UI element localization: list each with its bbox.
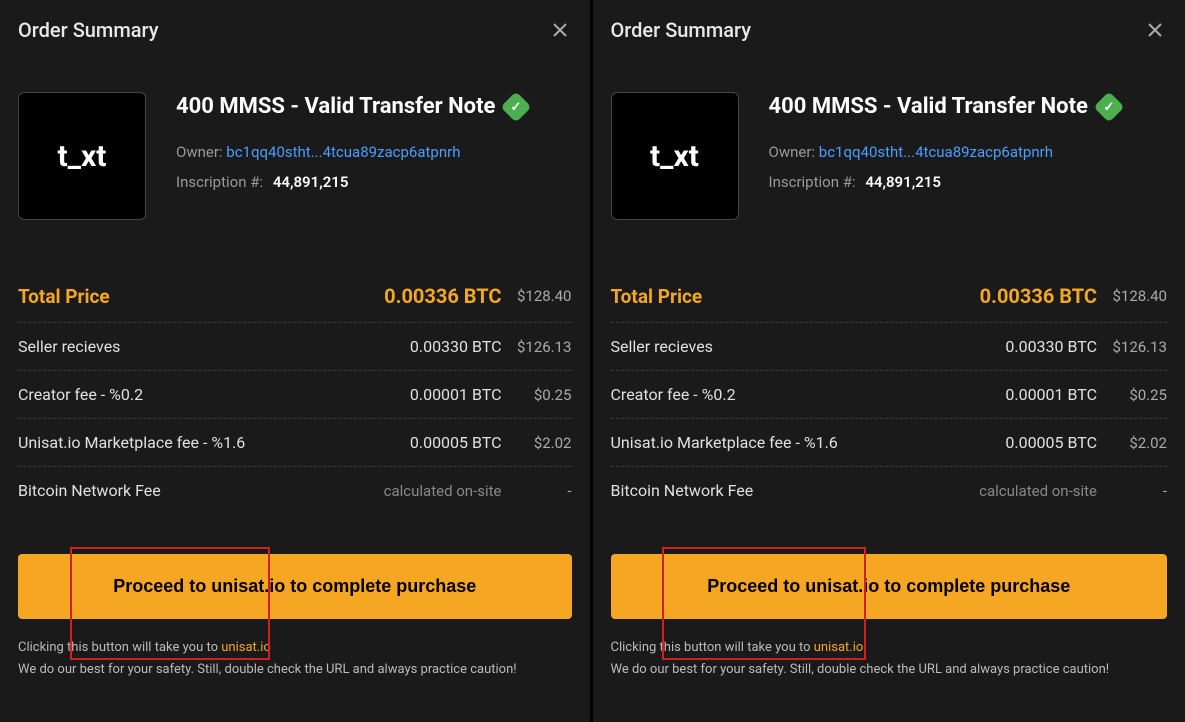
creator-fee-row: Creator fee - %0.2 0.00001 BTC $0.25 (611, 371, 1168, 419)
panel-header: Order Summary (611, 18, 1168, 42)
inscription-row: Inscription #: 44,891,215 (176, 173, 572, 191)
footer-line1-prefix: Clicking this button will take you to (611, 640, 814, 655)
marketplace-fee-label: Unisat.io Marketplace fee - %1.6 (611, 433, 978, 452)
creator-fee-label: Creator fee - %0.2 (611, 385, 978, 404)
close-button[interactable] (1143, 18, 1167, 42)
item-title-row: 400 MMSS - Valid Transfer Note (176, 94, 572, 119)
item-section: t_xt 400 MMSS - Valid Transfer Note Owne… (18, 92, 572, 220)
order-summary-panel: Order Summary t_xt 400 MMSS - Valid Tran… (0, 0, 593, 722)
marketplace-fee-label: Unisat.io Marketplace fee - %1.6 (18, 433, 382, 452)
close-button[interactable] (548, 18, 572, 42)
creator-fee-btc: 0.00001 BTC (977, 385, 1097, 404)
network-fee-row: Bitcoin Network Fee calculated on-site - (18, 467, 572, 514)
creator-fee-row: Creator fee - %0.2 0.00001 BTC $0.25 (18, 371, 572, 419)
network-fee-btc: calculated on-site (977, 482, 1097, 500)
price-breakdown: Total Price 0.00336 BTC $128.40 Seller r… (611, 270, 1168, 514)
seller-receives-row: Seller recieves 0.00330 BTC $126.13 (18, 323, 572, 371)
owner-address-link[interactable]: bc1qq40stht...4tcua89zacp6atpnrh (819, 143, 1053, 161)
price-breakdown: Total Price 0.00336 BTC $128.40 Seller r… (18, 270, 572, 514)
total-price-label: Total Price (611, 285, 978, 308)
marketplace-fee-row: Unisat.io Marketplace fee - %1.6 0.00005… (18, 419, 572, 467)
network-fee-label: Bitcoin Network Fee (611, 481, 978, 500)
footer-disclaimer: Clicking this button will take you to un… (611, 637, 1168, 681)
seller-receives-label: Seller recieves (18, 337, 382, 356)
owner-label: Owner: (176, 143, 223, 161)
panel-title: Order Summary (18, 18, 159, 42)
proceed-button[interactable]: Proceed to unisat.io to complete purchas… (611, 554, 1168, 619)
network-fee-label: Bitcoin Network Fee (18, 481, 382, 500)
item-details: 400 MMSS - Valid Transfer Note Owner: bc… (769, 92, 1168, 220)
item-details: 400 MMSS - Valid Transfer Note Owner: bc… (176, 92, 572, 220)
order-summary-panel: Order Summary t_xt 400 MMSS - Valid Tran… (593, 0, 1185, 722)
footer-disclaimer: Clicking this button will take you to un… (18, 637, 572, 681)
owner-row: Owner: bc1qq40stht...4tcua89zacp6atpnrh (769, 143, 1168, 161)
marketplace-fee-btc: 0.00005 BTC (977, 433, 1097, 452)
total-price-usd: $128.40 (502, 287, 572, 305)
footer-unisat-link[interactable]: unisat.io (814, 640, 864, 655)
inscription-number: 44,891,215 (865, 173, 941, 191)
verified-icon (1093, 91, 1124, 122)
panel-header: Order Summary (18, 18, 572, 42)
footer-unisat-link[interactable]: unisat.io (221, 640, 271, 655)
total-price-btc: 0.00336 BTC (977, 284, 1097, 308)
item-thumbnail: t_xt (611, 92, 739, 220)
close-icon (552, 22, 568, 38)
owner-address-link[interactable]: bc1qq40stht...4tcua89zacp6atpnrh (226, 143, 460, 161)
seller-receives-usd: $126.13 (1097, 338, 1167, 356)
total-price-usd: $128.40 (1097, 287, 1167, 305)
network-fee-btc: calculated on-site (382, 482, 502, 500)
seller-receives-row: Seller recieves 0.00330 BTC $126.13 (611, 323, 1168, 371)
owner-label: Owner: (769, 143, 816, 161)
creator-fee-usd: $0.25 (1097, 386, 1167, 404)
verified-icon (501, 91, 532, 122)
seller-receives-usd: $126.13 (502, 338, 572, 356)
item-title: 400 MMSS - Valid Transfer Note (769, 94, 1088, 119)
marketplace-fee-row: Unisat.io Marketplace fee - %1.6 0.00005… (611, 419, 1168, 467)
panel-title: Order Summary (611, 18, 752, 42)
marketplace-fee-usd: $2.02 (502, 434, 572, 452)
inscription-number: 44,891,215 (273, 173, 349, 191)
close-icon (1147, 22, 1163, 38)
inscription-row: Inscription #: 44,891,215 (769, 173, 1168, 191)
seller-receives-btc: 0.00330 BTC (977, 337, 1097, 356)
creator-fee-usd: $0.25 (502, 386, 572, 404)
seller-receives-btc: 0.00330 BTC (382, 337, 502, 356)
total-price-btc: 0.00336 BTC (382, 284, 502, 308)
creator-fee-label: Creator fee - %0.2 (18, 385, 382, 404)
owner-row: Owner: bc1qq40stht...4tcua89zacp6atpnrh (176, 143, 572, 161)
item-thumbnail: t_xt (18, 92, 146, 220)
proceed-button[interactable]: Proceed to unisat.io to complete purchas… (18, 554, 572, 619)
network-fee-usd: - (1097, 482, 1167, 500)
seller-receives-label: Seller recieves (611, 337, 978, 356)
total-price-label: Total Price (18, 285, 382, 308)
total-price-row: Total Price 0.00336 BTC $128.40 (611, 270, 1168, 323)
network-fee-usd: - (502, 482, 572, 500)
marketplace-fee-usd: $2.02 (1097, 434, 1167, 452)
inscription-label: Inscription #: (176, 173, 263, 191)
network-fee-row: Bitcoin Network Fee calculated on-site - (611, 467, 1168, 514)
footer-line1-prefix: Clicking this button will take you to (18, 640, 221, 655)
total-price-row: Total Price 0.00336 BTC $128.40 (18, 270, 572, 323)
footer-line2: We do our best for your safety. Still, d… (18, 662, 517, 677)
marketplace-fee-btc: 0.00005 BTC (382, 433, 502, 452)
footer-line2: We do our best for your safety. Still, d… (611, 662, 1110, 677)
item-section: t_xt 400 MMSS - Valid Transfer Note Owne… (611, 92, 1168, 220)
inscription-label: Inscription #: (769, 173, 856, 191)
item-title: 400 MMSS - Valid Transfer Note (176, 94, 495, 119)
item-title-row: 400 MMSS - Valid Transfer Note (769, 94, 1168, 119)
creator-fee-btc: 0.00001 BTC (382, 385, 502, 404)
